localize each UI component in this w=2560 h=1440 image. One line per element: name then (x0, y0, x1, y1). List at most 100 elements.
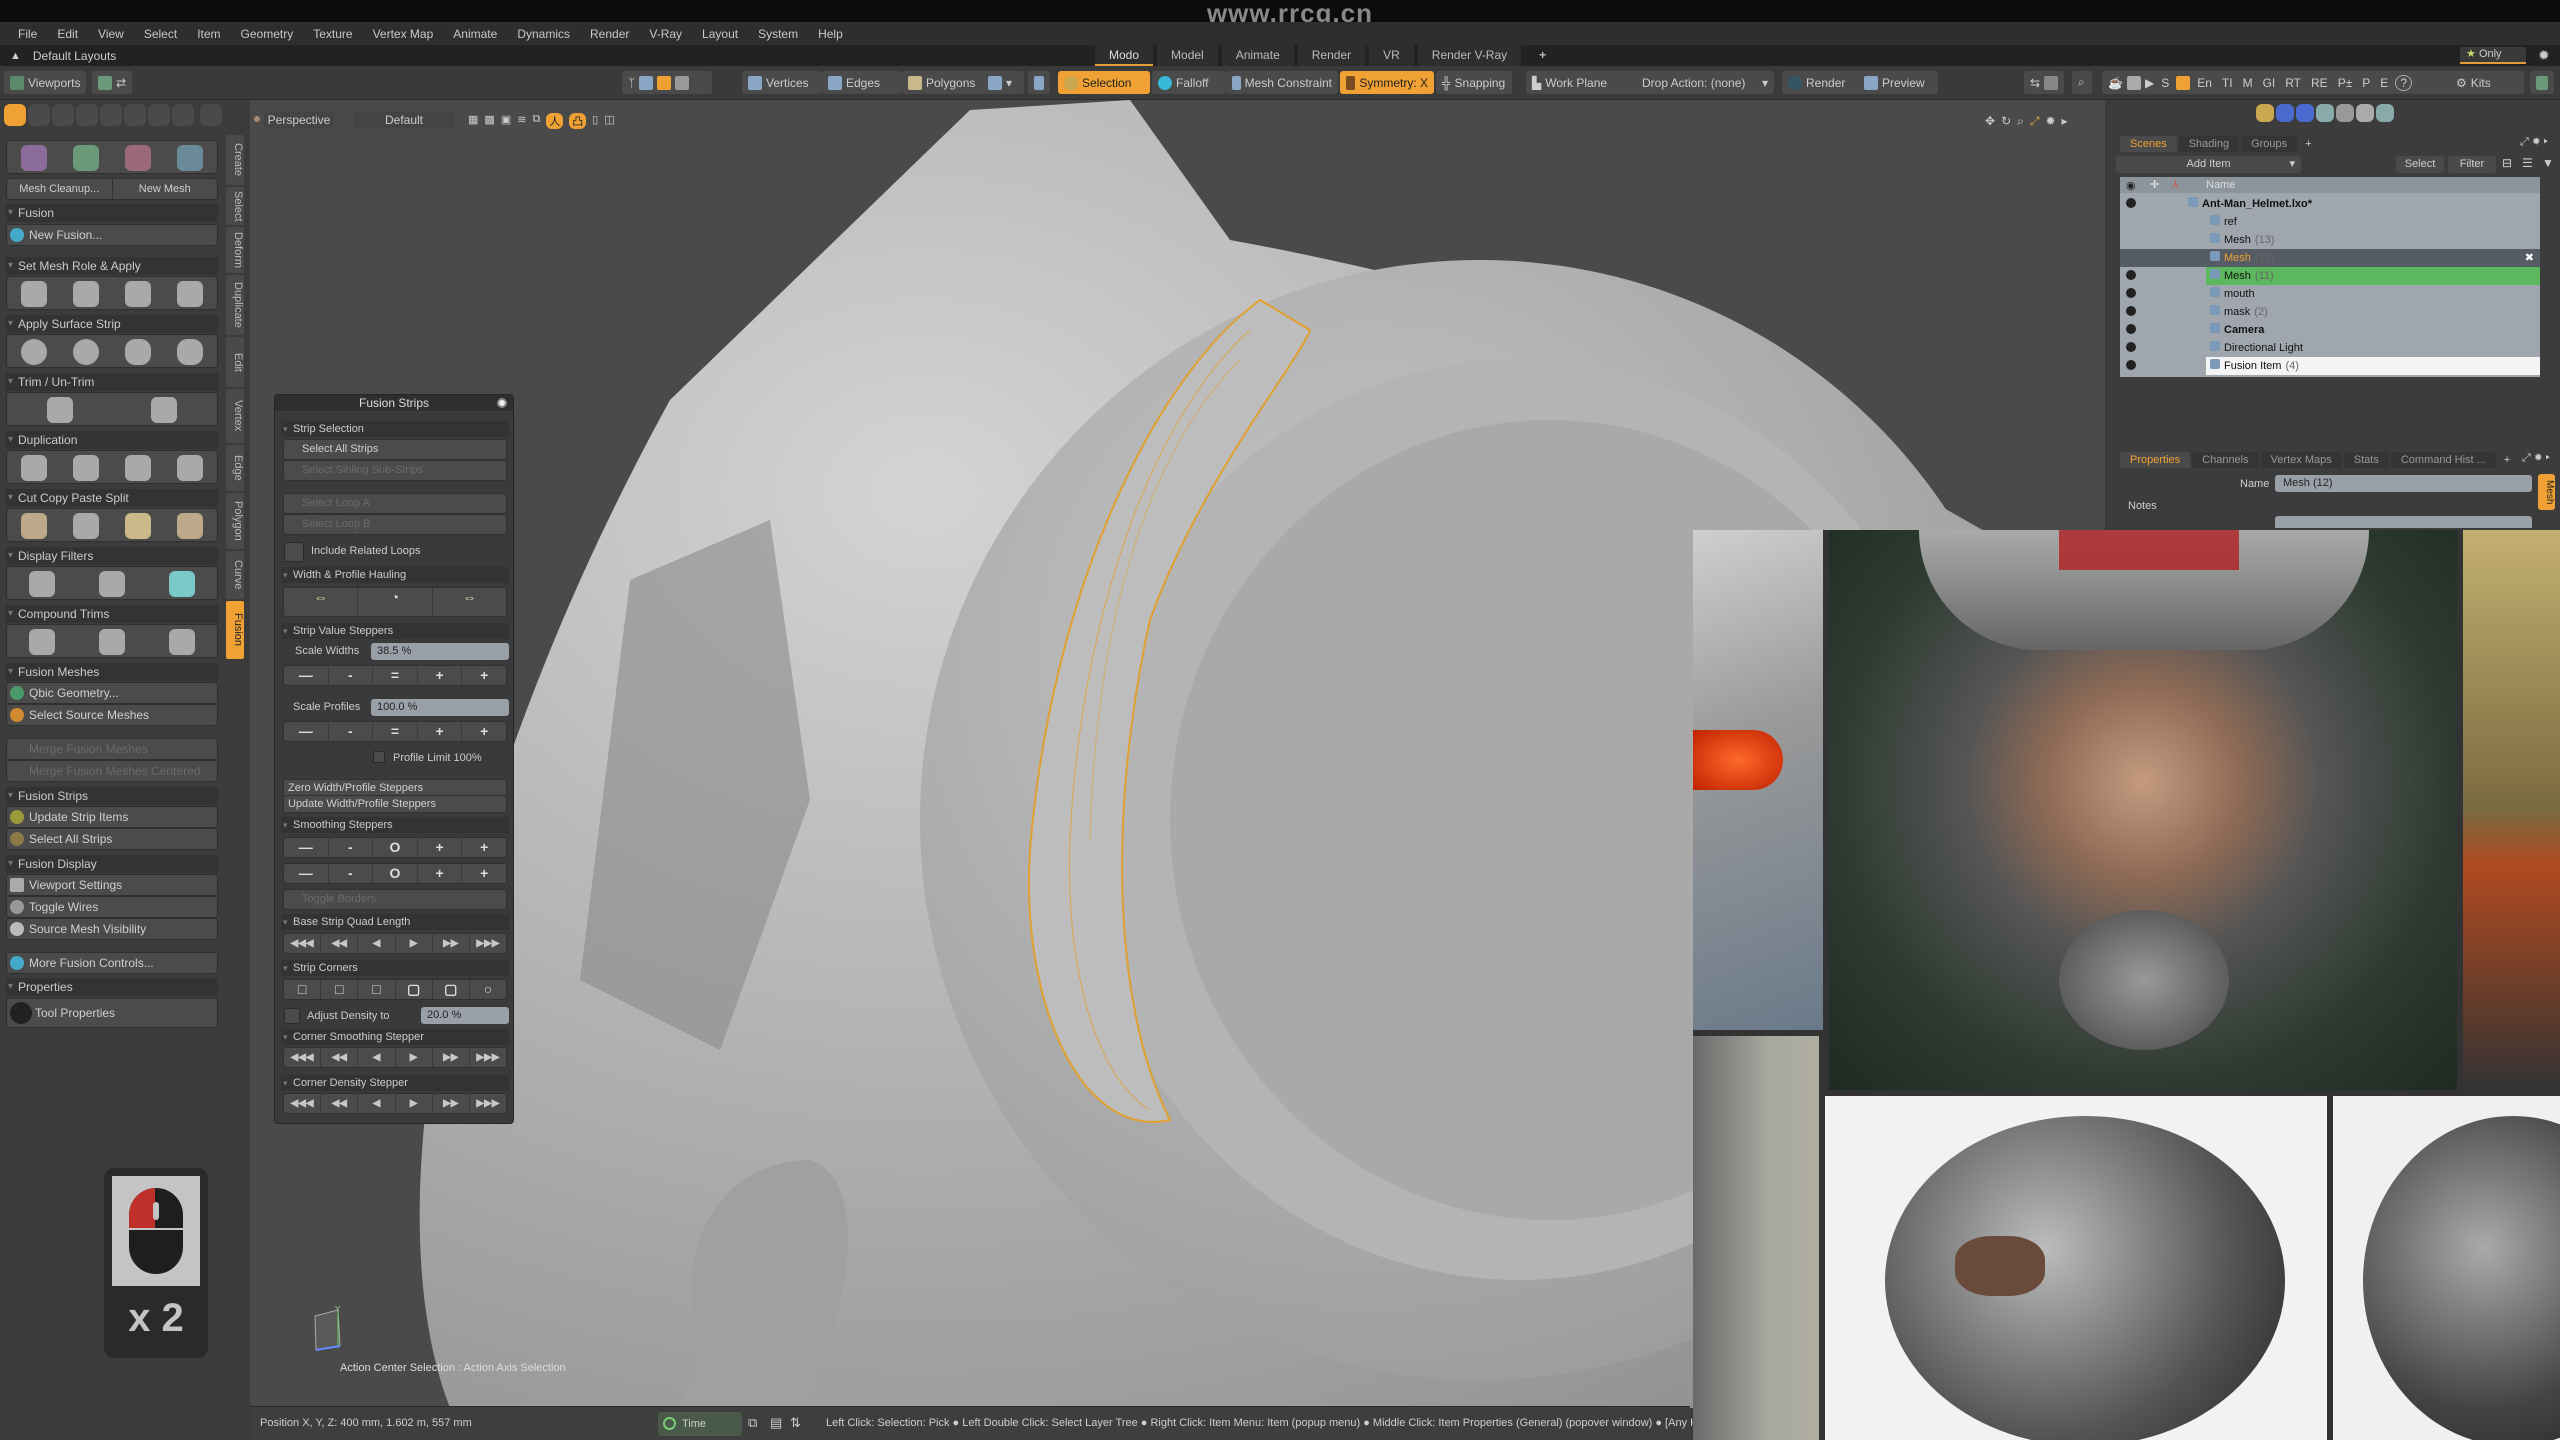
compound-trim-in-icon[interactable] (29, 629, 55, 655)
scene-item-row[interactable]: Mesh (12) ✖ (2120, 249, 2540, 267)
uv-icon[interactable] (28, 104, 50, 126)
scene-item-row[interactable]: Ant-Man_Helmet.lxo* (2120, 195, 2540, 213)
duplicate-mirror-icon[interactable] (125, 455, 151, 481)
double-capsule-icon[interactable]: ◫ (604, 113, 614, 129)
fit-icon[interactable]: ⤢ (2030, 114, 2040, 129)
gear-icon[interactable]: ✹ (2538, 47, 2550, 64)
frame-toggle-icon[interactable] (2176, 75, 2191, 90)
edges-button[interactable]: Edges (822, 71, 902, 94)
add-layout-tab-button[interactable]: + (1525, 45, 1560, 66)
scale-profiles-field[interactable]: 100.0 % (371, 699, 509, 716)
layout-tab-animate[interactable]: Animate (1221, 45, 1294, 66)
corner-density-step-2[interactable]: ◀ (358, 1094, 396, 1113)
qbic-geometry-button[interactable]: Qbic Geometry... (6, 682, 218, 704)
role-intersect-icon[interactable] (125, 281, 151, 307)
quick-toggle-re[interactable]: RE (2308, 76, 2331, 90)
scene-item-row[interactable]: ref (2120, 213, 2540, 231)
teapot-icon[interactable]: ☕ (2108, 76, 2123, 90)
quad-length-step-1[interactable]: ◀◀ (321, 934, 359, 953)
corner-smoothing-step-5[interactable]: ▶▶▶ (470, 1048, 506, 1067)
notes-field[interactable] (2275, 516, 2532, 528)
default-layouts-label[interactable]: Default Layouts (33, 49, 116, 63)
profile-limit-checkbox[interactable] (373, 751, 385, 763)
shield-button[interactable] (1028, 71, 1050, 94)
scale-widths-field[interactable]: 38.5 % (371, 643, 509, 660)
layout-up-icon[interactable]: ▲ (10, 50, 21, 62)
corner-chamfer-icon[interactable]: □ (321, 980, 359, 999)
layout-tab-render[interactable]: Render (1297, 45, 1366, 66)
trim-icon[interactable] (47, 397, 73, 423)
section-fusion-display[interactable]: Fusion Display (6, 855, 218, 873)
scale-widths-step-3[interactable]: + (418, 666, 463, 685)
duplicate-trim-icon[interactable] (73, 455, 99, 481)
adjust-density-checkbox[interactable] (284, 1008, 300, 1024)
layout-toggle-button[interactable]: ⇆ (2024, 71, 2064, 94)
quick-toggle-m[interactable]: M (2240, 76, 2256, 90)
corner-density-step-3[interactable]: ▶ (396, 1094, 433, 1113)
scene-item-row[interactable]: mask (2) (2120, 303, 2540, 321)
layout-tab-model[interactable]: Model (1157, 45, 1218, 66)
split-icon[interactable] (177, 513, 203, 539)
role-none-icon[interactable] (177, 281, 203, 307)
scale-widths-step-2[interactable]: = (373, 666, 418, 685)
section-cut-copy[interactable]: Cut Copy Paste Split (6, 489, 218, 507)
rotate-icon[interactable] (125, 145, 151, 171)
vertical-tab-create[interactable]: Create (226, 135, 244, 185)
section-corner-density-stepper[interactable]: Corner Density Stepper (281, 1075, 509, 1091)
smoothing-b-step-1[interactable]: - (329, 864, 374, 883)
section-strip-selection[interactable]: Strip Selection (281, 421, 509, 437)
corner-square-icon[interactable]: □ (284, 980, 322, 999)
haul-both-icon[interactable]: ⇔ (433, 588, 506, 616)
section-strip-corners[interactable]: Strip Corners (281, 960, 509, 976)
smoothing-a-step-2[interactable]: O (373, 838, 418, 857)
menu-help[interactable]: Help (808, 27, 853, 41)
item-group-icon[interactable] (2296, 104, 2314, 122)
menu-vertex-map[interactable]: Vertex Map (363, 27, 444, 41)
scene-tab-shading[interactable]: Shading (2178, 136, 2240, 152)
work-plane-button[interactable]: ▙ Work Plane (1526, 71, 1616, 94)
list-icon[interactable]: ☰ (2522, 156, 2533, 170)
menu-texture[interactable]: Texture (303, 27, 362, 41)
viewport-settings-button[interactable]: Viewport Settings (6, 874, 218, 896)
mesh-add-icon[interactable] (2376, 104, 2394, 122)
eye-icon[interactable] (2126, 198, 2136, 208)
adjust-density-field[interactable]: 20.0 % (421, 1007, 509, 1024)
corner-density-step-5[interactable]: ▶▶▶ (470, 1094, 506, 1113)
polygons-button[interactable]: Polygons (902, 71, 988, 94)
compound-trim-down-icon[interactable] (169, 629, 195, 655)
section-strip-value-steppers[interactable]: Strip Value Steppers (281, 623, 509, 639)
mesh-side-tab[interactable]: Mesh (2538, 474, 2555, 510)
kits-button[interactable]: ⚙ Kits (2450, 71, 2524, 94)
wave-icon[interactable]: ≋ (517, 113, 526, 129)
filter-source-icon[interactable] (29, 571, 55, 597)
add-item-dropdown[interactable]: Add Item ▾ (2116, 156, 2301, 173)
properties-tab-stats[interactable]: Stats (2343, 452, 2389, 468)
toggle-borders-button[interactable]: Toggle Borders (283, 889, 507, 910)
lock-column-icon[interactable]: ✛ (2150, 178, 2159, 191)
render-button[interactable]: Render (1782, 71, 1864, 94)
quick-toggle-s[interactable]: S (2158, 76, 2172, 90)
role-subtract-icon[interactable] (73, 281, 99, 307)
zoom-icon[interactable]: ⌕ (2017, 114, 2024, 129)
search-button[interactable]: ⌕ (2072, 71, 2092, 94)
compound-trim-out-icon[interactable] (99, 629, 125, 655)
scale-profiles-step-0[interactable]: — (284, 722, 329, 741)
funnel-icon[interactable]: ▼ (2542, 156, 2554, 170)
eye-icon[interactable] (2126, 288, 2136, 298)
diamond-icon[interactable] (2356, 104, 2374, 122)
untrim-icon[interactable] (151, 397, 177, 423)
vertical-tab-deform[interactable]: Deform (226, 227, 244, 273)
corner-rounder-icon[interactable]: ▢ (433, 980, 470, 999)
checker-icon[interactable]: ▦ (468, 113, 478, 129)
clapper-icon[interactable] (2126, 75, 2141, 90)
select-loop-a-button[interactable]: Select Loop A (283, 493, 507, 514)
viewport-layout-button[interactable]: ⇄ (92, 71, 132, 94)
layout-icon[interactable]: ▤ (770, 1415, 782, 1431)
close-icon[interactable]: ✖ (2525, 249, 2534, 267)
person-icon[interactable]: 人 (546, 113, 564, 129)
quick-toggle-rt[interactable]: RT (2282, 76, 2304, 90)
smoothing-a-step-3[interactable]: + (418, 838, 463, 857)
view-type-button[interactable]: Perspective (264, 112, 334, 128)
section-duplication[interactable]: Duplication (6, 431, 218, 449)
move-icon[interactable] (73, 145, 99, 171)
